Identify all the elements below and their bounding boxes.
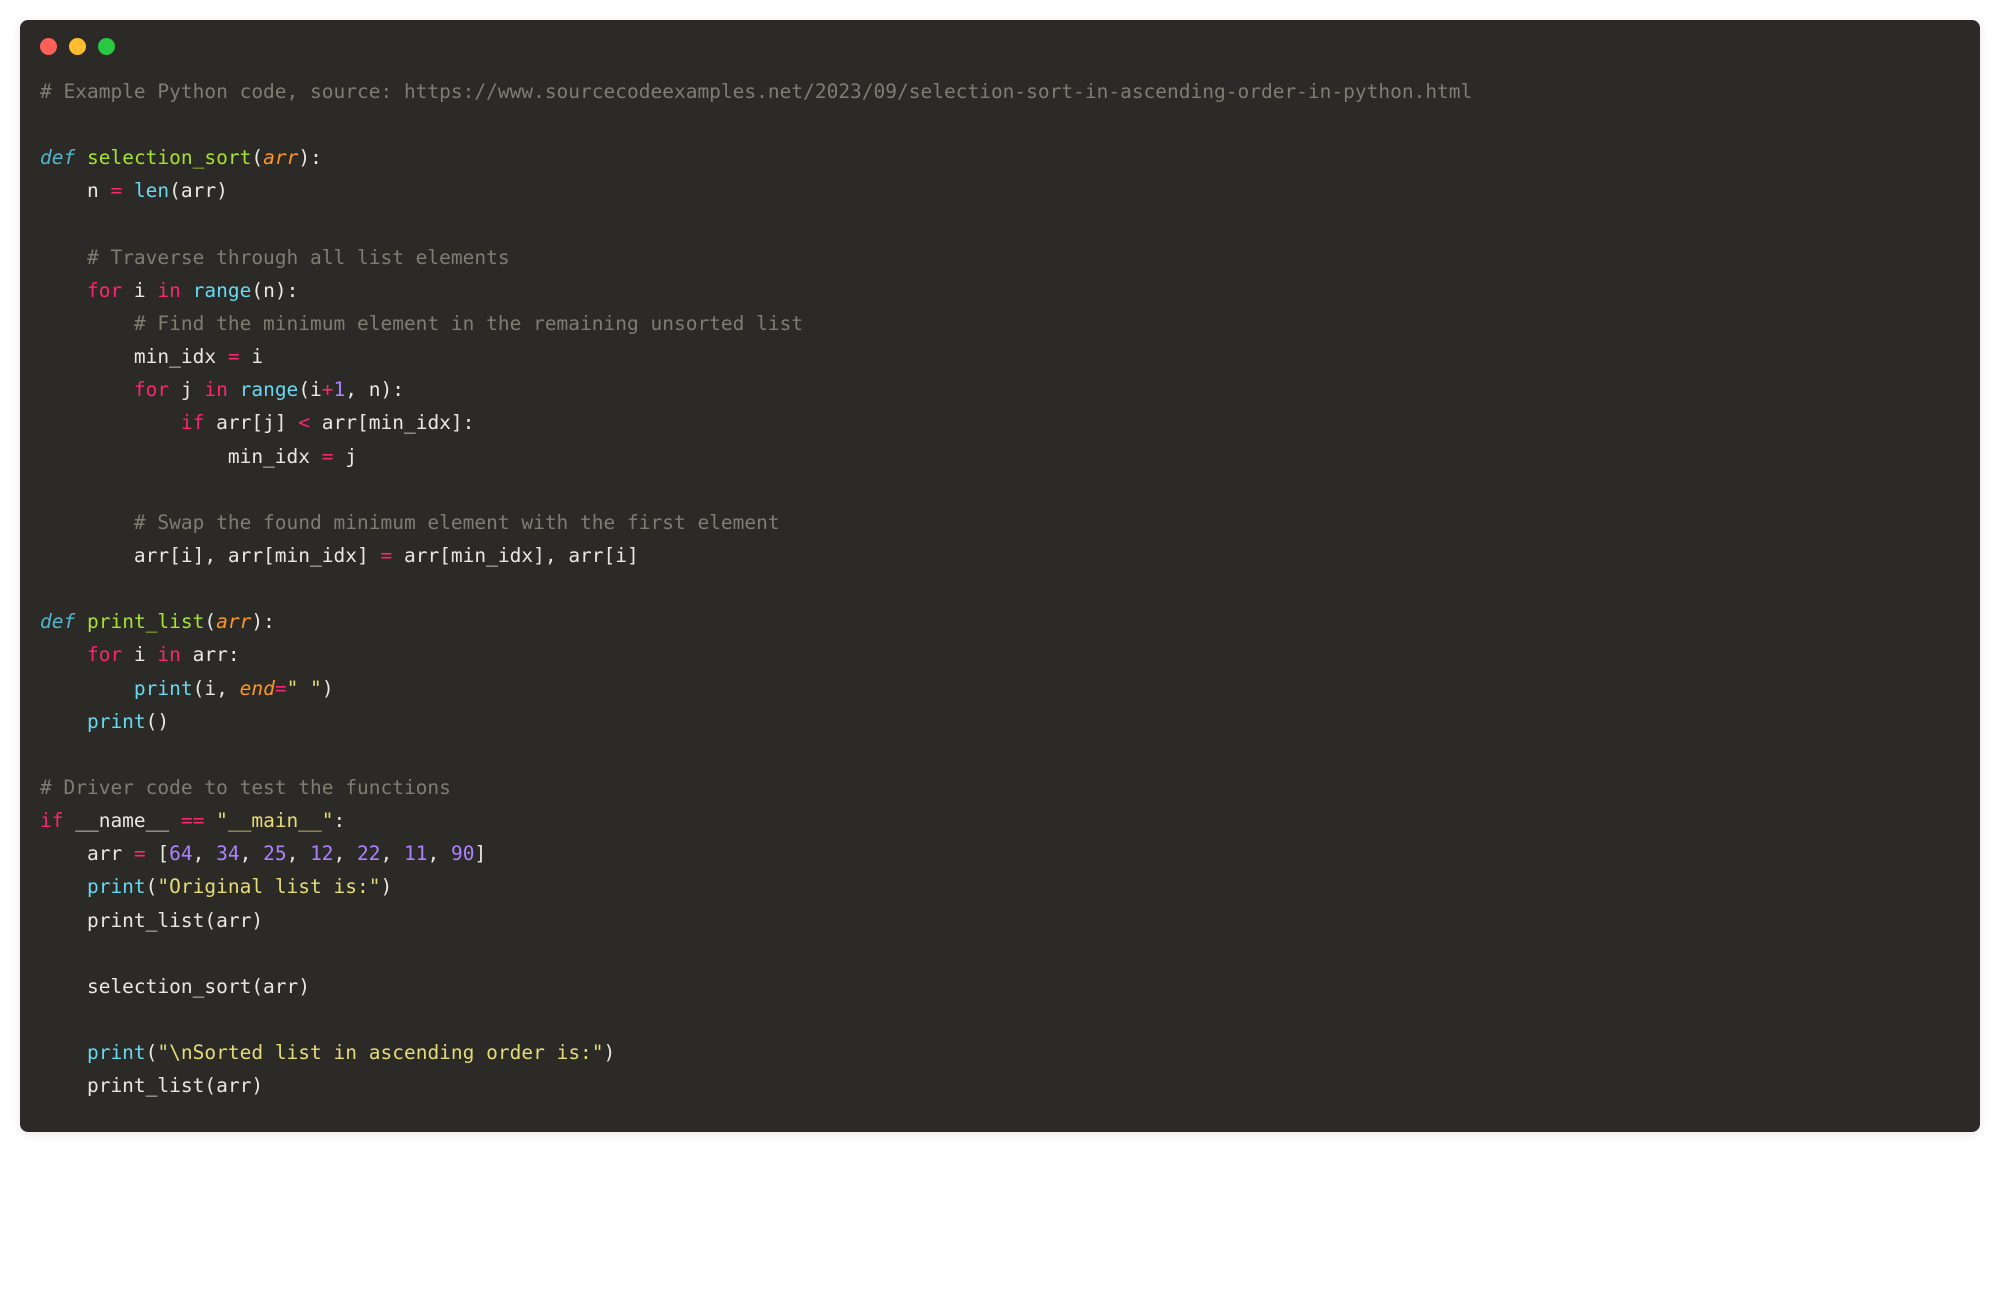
print-open: (	[146, 875, 158, 898]
comma: ,	[427, 842, 450, 865]
keyword-def: def	[40, 146, 75, 169]
string-space: " "	[287, 677, 322, 700]
keyword-if: if	[40, 809, 63, 832]
space	[75, 610, 87, 633]
builtin-print: print	[40, 677, 193, 700]
maximize-icon[interactable]	[98, 38, 115, 55]
printlist-call: print_list(arr)	[40, 909, 263, 932]
print-call: ()	[146, 710, 169, 733]
swap-left: arr[i], arr[min_idx]	[40, 544, 380, 567]
num-90: 90	[451, 842, 474, 865]
builtin-print: print	[40, 1041, 146, 1064]
op-plus: +	[322, 378, 334, 401]
code-area: # Example Python code, source: https://w…	[20, 65, 1980, 1132]
paren-open: (	[251, 146, 263, 169]
selsort-call: selection_sort(arr)	[40, 975, 310, 998]
keyword-for: for	[40, 643, 122, 666]
num-22: 22	[357, 842, 380, 865]
name-var: __name__	[63, 809, 180, 832]
colon: :	[334, 809, 346, 832]
param-arr: arr	[216, 610, 251, 633]
comment-swap: # Swap the found minimum element with th…	[40, 511, 780, 534]
print-close: )	[604, 1041, 616, 1064]
num-11: 11	[404, 842, 427, 865]
builtin-range: range	[228, 378, 298, 401]
comma: ,	[240, 842, 263, 865]
var-i: i	[122, 643, 157, 666]
param-end: end	[240, 677, 275, 700]
num-34: 34	[216, 842, 239, 865]
func-selection-sort: selection_sort	[87, 146, 251, 169]
string-sorted: "\nSorted list in ascending order is:"	[157, 1041, 603, 1064]
swap-right: arr[min_idx], arr[i]	[392, 544, 639, 567]
string-original: "Original list is:"	[157, 875, 380, 898]
num-25: 25	[263, 842, 286, 865]
comment-source: # Example Python code, source: https://w…	[40, 80, 1472, 103]
range-arg: (n):	[251, 279, 298, 302]
comma: ,	[334, 842, 357, 865]
close-icon[interactable]	[40, 38, 57, 55]
len-arg: (arr)	[169, 179, 228, 202]
var-minidx: min_idx	[40, 345, 228, 368]
builtin-range: range	[181, 279, 251, 302]
print-close: )	[380, 875, 392, 898]
var-n: n	[40, 179, 110, 202]
cond-right: arr[min_idx]:	[310, 411, 474, 434]
op-eqeq: ==	[181, 809, 204, 832]
keyword-if: if	[40, 411, 204, 434]
bracket-close: ]	[474, 842, 486, 865]
comma: ,	[287, 842, 310, 865]
space	[75, 146, 87, 169]
title-bar	[20, 20, 1980, 65]
comma: ,	[193, 842, 216, 865]
var-arr: arr	[40, 842, 134, 865]
op-eq: =	[134, 842, 146, 865]
val-i: i	[240, 345, 263, 368]
bracket-open: [	[146, 842, 169, 865]
string-main: "__main__"	[204, 809, 333, 832]
op-eq: =	[380, 544, 392, 567]
print-close: )	[322, 677, 334, 700]
print-open: (i,	[193, 677, 240, 700]
keyword-in: in	[157, 643, 180, 666]
num-12: 12	[310, 842, 333, 865]
keyword-def: def	[40, 610, 75, 633]
val-j: j	[334, 445, 357, 468]
func-print-list: print_list	[87, 610, 204, 633]
terminal-window: # Example Python code, source: https://w…	[20, 20, 1980, 1132]
var-j: j	[169, 378, 204, 401]
builtin-print: print	[40, 710, 146, 733]
num-64: 64	[169, 842, 192, 865]
printlist-call: print_list(arr)	[40, 1074, 263, 1097]
keyword-for: for	[40, 279, 122, 302]
paren-close: ):	[251, 610, 274, 633]
param-arr: arr	[263, 146, 298, 169]
print-open: (	[146, 1041, 158, 1064]
num-1: 1	[334, 378, 346, 401]
paren-close: ):	[298, 146, 321, 169]
range-close: , n):	[345, 378, 404, 401]
op-lt: <	[298, 411, 310, 434]
op-eq: =	[110, 179, 122, 202]
arr-colon: arr:	[181, 643, 240, 666]
range-open: (i	[298, 378, 321, 401]
builtin-print: print	[40, 875, 146, 898]
minimize-icon[interactable]	[69, 38, 86, 55]
cond-left: arr[j]	[204, 411, 298, 434]
keyword-for: for	[40, 378, 169, 401]
op-eq: =	[228, 345, 240, 368]
comma: ,	[381, 842, 404, 865]
keyword-in: in	[204, 378, 227, 401]
op-eq: =	[322, 445, 334, 468]
comment-driver: # Driver code to test the functions	[40, 776, 451, 799]
comment-traverse: # Traverse through all list elements	[40, 246, 510, 269]
comment-findmin: # Find the minimum element in the remain…	[40, 312, 803, 335]
op-eq: =	[275, 677, 287, 700]
keyword-in: in	[157, 279, 180, 302]
var-minidx: min_idx	[40, 445, 322, 468]
paren-open: (	[204, 610, 216, 633]
builtin-len: len	[122, 179, 169, 202]
var-i: i	[122, 279, 157, 302]
